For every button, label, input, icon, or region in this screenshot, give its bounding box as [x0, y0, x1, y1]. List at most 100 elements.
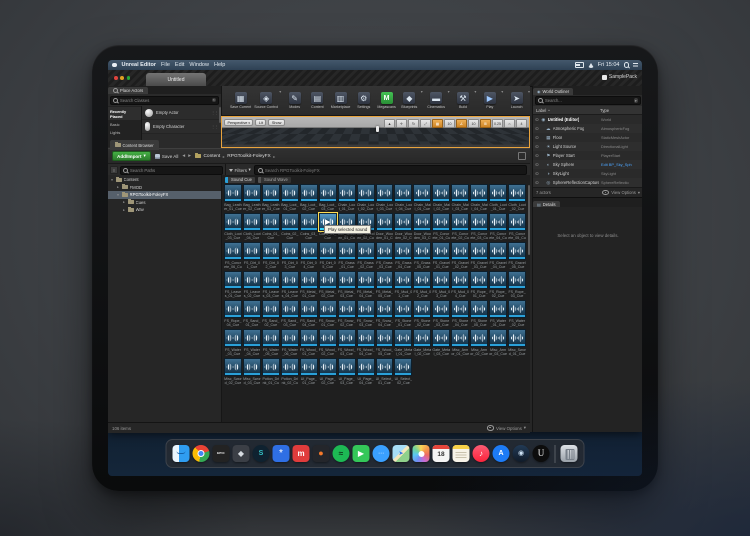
- asset-tile[interactable]: FS_Dirt_02_Cue: [262, 242, 280, 270]
- visibility-eye-icon[interactable]: ⊙: [535, 180, 539, 186]
- asset-tile[interactable]: FS_Gravel_01_Cue: [432, 242, 450, 270]
- asset-tile[interactable]: UI_Page_02_Cue: [319, 358, 337, 386]
- grid-snap-toggle[interactable]: ▦: [432, 119, 443, 128]
- apple-menu-icon[interactable]: [112, 63, 117, 68]
- visibility-eye-icon[interactable]: ⊙: [535, 135, 539, 141]
- tree-item-content[interactable]: ▾Content: [108, 176, 221, 184]
- asset-tile[interactable]: FS_Stone_05_Cue: [470, 300, 488, 328]
- sort-icon[interactable]: ▴: [548, 108, 550, 112]
- asset-tile[interactable]: Chain_Loot_01_Cue: [338, 184, 356, 212]
- column-label[interactable]: Label: [536, 108, 546, 113]
- asset-tile[interactable]: FS_Metal_01_Cue: [300, 271, 318, 299]
- asset-tile[interactable]: FS_Dirt_01_Cue: [243, 242, 261, 270]
- tree-item-cues[interactable]: ▸Cues: [108, 199, 221, 207]
- viewport-player-start[interactable]: [376, 126, 379, 132]
- breadcrumb-folder[interactable]: RPGToolkit-FoleyFX: [227, 154, 270, 159]
- zoom-window-button[interactable]: [127, 76, 131, 80]
- launch-button[interactable]: ➤Launch: [507, 92, 526, 109]
- wifi-icon[interactable]: [588, 63, 594, 68]
- actor-type[interactable]: Edit BP_Sky_Sph: [601, 162, 641, 167]
- asset-tile[interactable]: Coins_03_Cue: [300, 213, 318, 241]
- asset-tile[interactable]: FS_Rope_01_Cue: [470, 271, 488, 299]
- app-store-dock-icon[interactable]: A: [493, 445, 510, 462]
- source-control-button[interactable]: ◈Source Control: [255, 92, 277, 109]
- grid-snap-value[interactable]: 10: [444, 119, 455, 128]
- scale-snap-value[interactable]: 0.25: [492, 119, 503, 128]
- asset-tile[interactable]: Gate_Metal_01_Cue: [394, 329, 412, 357]
- close-window-button[interactable]: [114, 76, 118, 80]
- content-button[interactable]: ▤Content: [308, 92, 327, 109]
- outliner-row-light-source[interactable]: ⊙☀Light SourceDirectionalLight: [533, 142, 642, 151]
- asset-tile[interactable]: FS_Leaves_04_Cue: [281, 271, 299, 299]
- rotation-snap-value[interactable]: 10: [468, 119, 479, 128]
- modes-button[interactable]: ✎Modes: [285, 92, 304, 109]
- tree-expander-icon[interactable]: ▸: [122, 200, 126, 204]
- tab-world-outliner[interactable]: ◉ World Outliner: [533, 88, 573, 95]
- gog-galaxy-dock-icon[interactable]: ◆: [233, 445, 250, 462]
- asset-grid-scrollbar[interactable]: [528, 185, 530, 255]
- asset-tile[interactable]: Bag_Loot_01_Cue: [281, 184, 299, 212]
- asset-tile[interactable]: UI_Page_03_Cue: [338, 358, 356, 386]
- asset-tile[interactable]: Cloth_Loot_02_Cue: [508, 184, 526, 212]
- tree-expander-icon[interactable]: ▸: [116, 185, 120, 189]
- category-lights[interactable]: Lights: [108, 128, 141, 136]
- epic-games-dock-icon[interactable]: EPIC: [213, 445, 230, 462]
- asset-tile[interactable]: Door_Wooden_02_Cue: [394, 213, 412, 241]
- menu-window[interactable]: Window: [189, 62, 209, 68]
- chevron-down-icon[interactable]: ▾: [474, 89, 476, 94]
- battery-icon[interactable]: [575, 62, 584, 68]
- asset-tile[interactable]: FS_Stone_04_Cue: [451, 300, 469, 328]
- asset-tile[interactable]: Door_Wooden_03_Cue: [413, 213, 431, 241]
- red-m-app-dock-icon[interactable]: m: [293, 445, 310, 462]
- asset-tile[interactable]: FS_Mud_04_Cue: [451, 271, 469, 299]
- scale-tool-button[interactable]: ⤢: [420, 119, 431, 128]
- menu-help[interactable]: Help: [214, 62, 225, 68]
- rotate-tool-button[interactable]: ↻: [408, 119, 419, 128]
- filters-button[interactable]: Filters ▾: [229, 167, 251, 173]
- spotlight-icon[interactable]: [624, 62, 630, 68]
- asset-tile[interactable]: FS_Gravel_02_Cue: [451, 242, 469, 270]
- sketch-dock-icon[interactable]: S: [253, 445, 270, 462]
- asset-tile[interactable]: FS_Snow_04_Cue: [376, 300, 394, 328]
- asset-tile[interactable]: FS_Grass_02_Cue: [357, 242, 375, 270]
- outliner-filter-icon[interactable]: ▾: [634, 98, 639, 103]
- chevron-down-icon[interactable]: ▾: [279, 89, 281, 94]
- category-recently-placed[interactable]: Recently Placed: [108, 107, 141, 120]
- asset-tile[interactable]: Bag_Loot_02_Cue: [300, 184, 318, 212]
- scale-snap-toggle[interactable]: ⊞: [480, 119, 491, 128]
- asset-tile[interactable]: FS_Snow_01_Cue: [319, 300, 337, 328]
- menu-edit[interactable]: Edit: [175, 62, 184, 68]
- asset-tile[interactable]: FS_Stone_03_Cue: [432, 300, 450, 328]
- asset-tile[interactable]: Misc_Armor_03_Cue: [489, 329, 507, 357]
- asset-tile[interactable]: Door_Wooden_01_Cue: [376, 213, 394, 241]
- asset-tile[interactable]: Chain_Mail_04_Cue: [470, 184, 488, 212]
- chevron-down-icon[interactable]: ▾: [501, 89, 503, 94]
- asset-tile[interactable]: Chain_Loot_03_Cue: [376, 184, 394, 212]
- viewport-show-button[interactable]: Show: [268, 119, 285, 126]
- visibility-eye-icon[interactable]: ⊙: [535, 162, 539, 168]
- asset-tile[interactable]: FS_Metal_05_Cue: [376, 271, 394, 299]
- asset-tile[interactable]: FS_Wood_03_Cue: [338, 329, 356, 357]
- asset-tile[interactable]: FS_Leaves_02_Cue: [243, 271, 261, 299]
- asset-tile[interactable]: FS_Dirt_04_Cue: [300, 242, 318, 270]
- asset-tile[interactable]: Cloth_Loot_03_Cue: [224, 213, 242, 241]
- column-type[interactable]: Type: [600, 108, 640, 113]
- asset-tile[interactable]: UI_Page_04_Cue: [357, 358, 375, 386]
- asset-tile[interactable]: FS_Concrete_04_Cue: [489, 213, 507, 241]
- active-app-name[interactable]: Unreal Editor: [122, 62, 157, 68]
- asset-tile[interactable]: FS_Water_01_Cue: [489, 300, 507, 328]
- asset-tile[interactable]: Misc_Sword_02_Cue: [224, 358, 242, 386]
- asset-tile[interactable]: FS_Concrete_03_Cue: [470, 213, 488, 241]
- viewport-lit-button[interactable]: Lit: [255, 119, 266, 126]
- tree-expander-icon[interactable]: ▾: [116, 193, 120, 197]
- outliner-row-sky-sphere[interactable]: ⊙◐Sky SphereEdit BP_Sky_Sph: [533, 160, 642, 169]
- asset-tile[interactable]: FS_Mud_03_Cue: [432, 271, 450, 299]
- asset-tile[interactable]: Cloth_Loot_01_Cue: [489, 184, 507, 212]
- asset-tile[interactable]: FS_Gravel_05_Cue: [508, 242, 526, 270]
- asset-tile[interactable]: Potion_Drink_01_Cue: [262, 358, 280, 386]
- filter-chip-sound-wave[interactable]: Sound Wave: [258, 177, 291, 183]
- outliner-row-atmospheric-fog[interactable]: ⊙☁Atmospheric FogAtmosphericFog: [533, 124, 642, 133]
- asset-tile[interactable]: FS_Concrete_02_Cue: [451, 213, 469, 241]
- megascans-button[interactable]: MMegascans: [377, 92, 396, 109]
- asset-tile[interactable]: Coins_01_Cue: [262, 213, 280, 241]
